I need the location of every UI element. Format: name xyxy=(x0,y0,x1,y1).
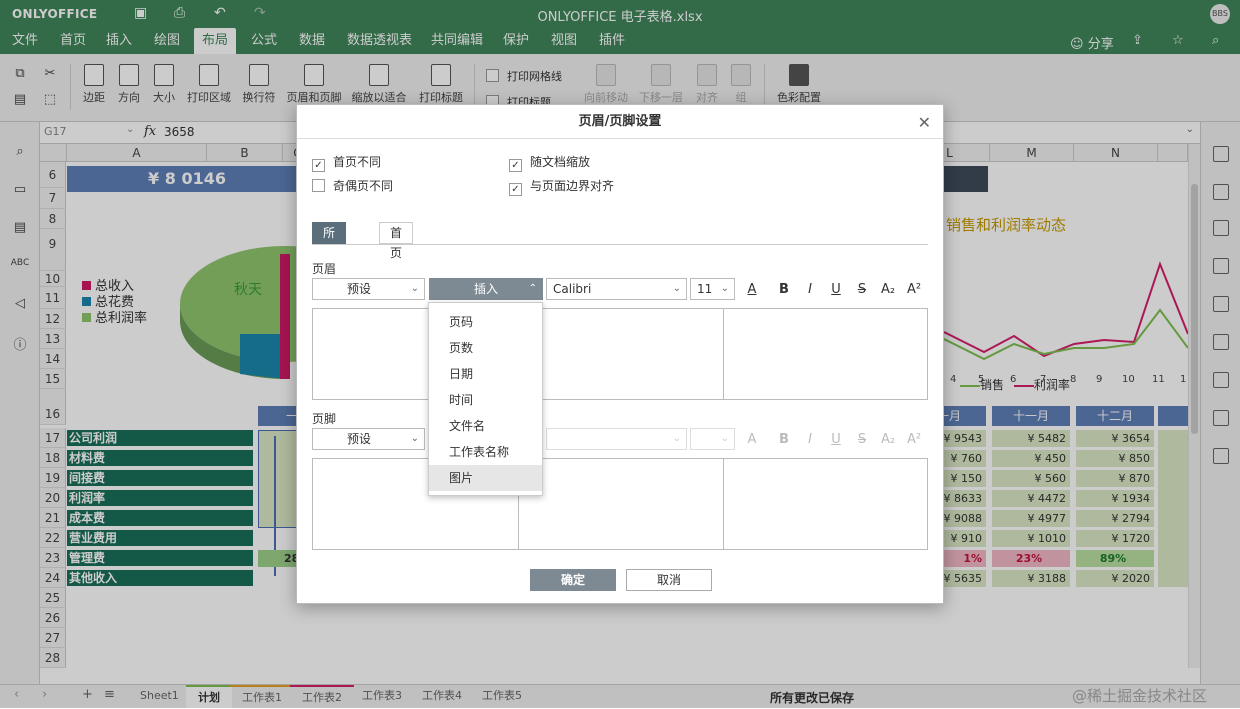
checkbox-box xyxy=(312,179,325,192)
header-preset-select[interactable]: 预设 ⌄ xyxy=(312,278,425,300)
menu-item-page-count[interactable]: 页数 xyxy=(429,335,542,361)
header-footer-dialog: 页眉/页脚设置 ✕ ✓ 首页不同 奇偶页不同 ✓ 随文档缩放 ✓ 与页面边界对齐 所有… xyxy=(296,104,944,604)
diff-first-page-checkbox[interactable]: ✓ 首页不同 xyxy=(312,153,381,172)
menu-item-sheet-name[interactable]: 工作表名称 xyxy=(429,439,542,465)
diff-odd-even-checkbox[interactable]: 奇偶页不同 xyxy=(312,177,393,194)
subscript-icon[interactable]: A₂ xyxy=(878,432,898,447)
header-font-select[interactable]: Calibri ⌄ xyxy=(546,278,687,300)
cancel-button[interactable]: 取消 xyxy=(626,569,712,591)
footer-font-select[interactable]: ⌄ xyxy=(546,428,687,450)
chevron-down-icon: ⌄ xyxy=(672,433,681,444)
scale-with-doc-checkbox[interactable]: ✓ 随文档缩放 xyxy=(509,153,590,172)
header-insert-button[interactable]: 插入 ⌃ xyxy=(429,278,543,300)
header-editor[interactable] xyxy=(312,308,928,400)
diff-odd-even-label: 奇偶页不同 xyxy=(333,179,394,193)
insert-label: 插入 xyxy=(473,282,498,296)
menu-item-picture[interactable]: 图片 xyxy=(429,465,542,491)
tab-all-pages[interactable]: 所有页面 xyxy=(312,222,347,300)
check-icon: ✓ xyxy=(509,159,522,172)
menu-item-file-name[interactable]: 文件名 xyxy=(429,413,542,439)
underline-icon[interactable]: U xyxy=(826,432,846,447)
size-value: 11 xyxy=(697,282,713,296)
menu-item-time[interactable]: 时间 xyxy=(429,387,542,413)
bold-icon[interactable]: B xyxy=(774,432,794,447)
underline-icon[interactable]: U xyxy=(826,282,846,297)
dialog-title: 页眉/页脚设置 xyxy=(297,105,943,139)
strikethrough-icon[interactable]: S xyxy=(852,432,872,447)
menu-item-date[interactable]: 日期 xyxy=(429,361,542,387)
footer-preset-select[interactable]: 预设 ⌄ xyxy=(312,428,425,450)
scale-with-doc-label: 随文档缩放 xyxy=(530,155,591,169)
chevron-down-icon: ⌄ xyxy=(720,283,729,294)
font-value: Calibri xyxy=(553,282,592,296)
chevron-down-icon: ⌄ xyxy=(672,283,681,294)
preset-value: 预设 xyxy=(347,282,372,296)
italic-icon[interactable]: I xyxy=(800,432,820,447)
bold-icon[interactable]: B xyxy=(774,282,794,297)
footer-label: 页脚 xyxy=(312,412,337,426)
strikethrough-icon[interactable]: S xyxy=(852,282,872,297)
superscript-icon[interactable]: A² xyxy=(904,432,924,447)
chevron-up-icon: ⌃ xyxy=(528,283,537,294)
font-color-icon[interactable]: A xyxy=(742,282,762,297)
insert-dropdown: 页码 页数 日期 时间 文件名 工作表名称 图片 xyxy=(428,302,543,496)
preset-value: 预设 xyxy=(347,432,372,446)
chevron-down-icon: ⌄ xyxy=(720,433,729,444)
section-divider xyxy=(723,309,724,399)
chevron-down-icon: ⌄ xyxy=(410,433,419,444)
close-icon[interactable]: ✕ xyxy=(918,113,931,132)
align-margins-checkbox[interactable]: ✓ 与页面边界对齐 xyxy=(509,177,614,196)
italic-icon[interactable]: I xyxy=(800,282,820,297)
chevron-down-icon: ⌄ xyxy=(410,283,419,294)
footer-size-select[interactable]: ⌄ xyxy=(690,428,735,450)
tabs-divider xyxy=(312,244,928,245)
check-icon: ✓ xyxy=(509,183,522,196)
superscript-icon[interactable]: A² xyxy=(904,282,924,297)
ok-button[interactable]: 确定 xyxy=(530,569,616,591)
tab-first-page[interactable]: 首页 xyxy=(379,222,414,260)
header-label: 页眉 xyxy=(312,262,337,276)
subscript-icon[interactable]: A₂ xyxy=(878,282,898,297)
header-size-select[interactable]: 11 ⌄ xyxy=(690,278,735,300)
align-margins-label: 与页面边界对齐 xyxy=(530,179,615,193)
diff-first-page-label: 首页不同 xyxy=(333,155,382,169)
font-color-icon[interactable]: A xyxy=(742,432,762,447)
check-icon: ✓ xyxy=(312,159,325,172)
menu-item-page-number[interactable]: 页码 xyxy=(429,309,542,335)
footer-editor[interactable] xyxy=(312,458,928,550)
section-divider xyxy=(723,459,724,549)
